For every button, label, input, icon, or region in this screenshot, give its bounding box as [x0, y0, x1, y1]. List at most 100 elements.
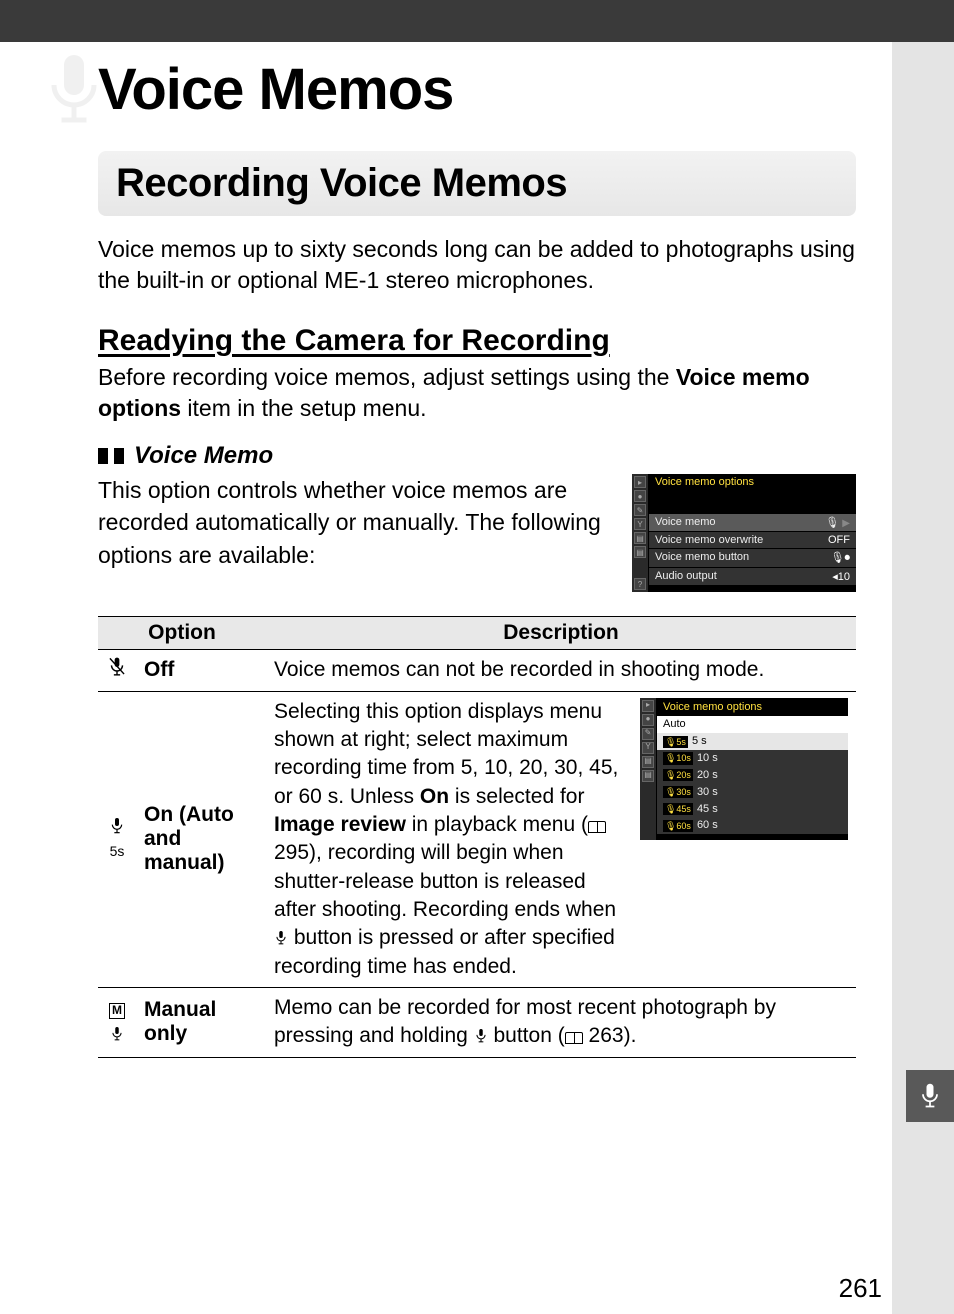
- intro-paragraph: Voice memos up to sixty seconds long can…: [98, 234, 856, 296]
- mic-off-icon: [107, 656, 127, 678]
- submenu-title: Voice memo options: [657, 698, 848, 717]
- sidebar-icon: ▤: [642, 756, 654, 768]
- th-description: Description: [266, 617, 856, 650]
- duration-label: 5 s: [692, 734, 707, 749]
- sidebar-icon: ●: [634, 490, 646, 502]
- thumb-tab-mic-icon: [906, 1070, 954, 1122]
- option-description: Selecting this option displays menu show…: [266, 691, 856, 987]
- duration-tag: 🎙5s: [663, 736, 688, 748]
- bullet-heading: Voice Memo: [98, 442, 892, 470]
- table-row: M Manual only Memo can be recorded for m…: [98, 987, 856, 1057]
- option-label: Off: [136, 650, 266, 691]
- duration-label: 45 s: [697, 802, 718, 817]
- chevron-right-icon: ▶: [842, 518, 850, 529]
- th-option: Option: [98, 617, 266, 650]
- duration-tag: 🎙30s: [663, 786, 693, 798]
- menu-row: Voice memo 🎙︎ ▶: [649, 514, 856, 532]
- bullet-body: This option controls whether voice memos…: [98, 474, 618, 592]
- options-table: Option Description Off Voice memos can n…: [98, 616, 856, 1057]
- intro-text: Voice memos up to sixty seconds long can…: [98, 236, 855, 293]
- duration-tag: 🎙60s: [663, 820, 693, 832]
- option-label: Manual only: [136, 987, 266, 1057]
- sidebar-icon: ▤: [642, 770, 654, 782]
- menu-row-label: Voice memo button: [655, 551, 749, 565]
- option-icon-cell: M: [98, 987, 136, 1057]
- subheading: Readying the Camera for Recording: [98, 324, 856, 358]
- menu-sidebar: ▸ ● ✎ Y ▤ ▤: [640, 698, 656, 841]
- duration-option: 🎙45s 45 s: [657, 801, 848, 818]
- duration-label: 10 s: [697, 751, 718, 766]
- option-label: On (Auto and manual): [136, 691, 266, 987]
- option-icon-cell: 5s: [98, 691, 136, 987]
- chapter-title-text: Voice Memos: [98, 57, 453, 122]
- section-title-text: Recording Voice Memos: [116, 161, 567, 205]
- duration-tag: 🎙10s: [663, 752, 693, 764]
- bullet-square-icon: [114, 448, 124, 464]
- desc-bold: On: [420, 785, 449, 808]
- sidebar-icon: ✎: [642, 728, 654, 740]
- sub-suf: item in the setup menu.: [181, 395, 426, 421]
- duration-option: 🎙5s 5 s: [657, 733, 848, 750]
- page-content: Voice Memos Recording Voice Memos Voice …: [0, 42, 892, 1314]
- menu-title: Voice memo options: [649, 474, 856, 494]
- mic-icon: [274, 929, 288, 947]
- sidebar-help-icon: ?: [634, 578, 646, 590]
- sidebar-icon: Y: [642, 742, 654, 754]
- option-description: Memo can be recorded for most recent pho…: [266, 987, 856, 1057]
- option-description: Voice memos can not be recorded in shoot…: [266, 650, 856, 691]
- side-strip: [892, 42, 954, 1314]
- table-row: 5s On (Auto and manual) Selecting this o…: [98, 691, 856, 987]
- sidebar-icon: ▸: [634, 476, 646, 488]
- menu-sidebar: ▸ ● ✎ Y ▤ ▤ ?: [632, 474, 648, 592]
- sidebar-icon: Y: [634, 518, 646, 530]
- desc-text: button (: [488, 1024, 565, 1047]
- desc-text: 295), recording will begin when shutter-…: [274, 841, 616, 921]
- duration-label: 30 s: [697, 785, 718, 800]
- menu-row-value: OFF: [828, 534, 850, 546]
- mic-watermark-icon: [44, 50, 104, 130]
- sidebar-icon: ▸: [642, 700, 654, 712]
- chapter-title: Voice Memos: [0, 42, 892, 123]
- book-icon: [588, 821, 606, 833]
- desc-bold: Image review: [274, 813, 406, 836]
- bullet-square-icon: [98, 448, 108, 464]
- section-title: Recording Voice Memos: [98, 151, 856, 216]
- sidebar-icon: ▤: [634, 546, 646, 558]
- top-bar: [0, 0, 954, 42]
- duration-tag: 🎙20s: [663, 769, 693, 781]
- menu-row: Voice memo overwrite OFF: [649, 532, 856, 549]
- m-box-icon: M: [109, 1003, 125, 1018]
- duration-option: 🎙20s 20 s: [657, 767, 848, 784]
- mic-icon: [110, 1025, 124, 1043]
- sidebar-icon: ●: [642, 714, 654, 726]
- subheading-text: Readying the Camera for Recording: [98, 324, 610, 357]
- subheading-body: Before recording voice memos, adjust set…: [98, 362, 856, 424]
- desc-text: is selected for: [449, 785, 584, 808]
- book-icon: [565, 1032, 583, 1044]
- icon-suffix: 5s: [110, 843, 125, 859]
- menu-row-label: Voice memo overwrite: [655, 534, 763, 546]
- submenu-subtitle: Auto: [657, 716, 848, 733]
- duration-label: 20 s: [697, 768, 718, 783]
- duration-label: 60 s: [697, 818, 718, 833]
- duration-tag: 🎙45s: [663, 803, 693, 815]
- menu-row-value: ◂10: [832, 570, 850, 583]
- desc-text: in playback menu (: [406, 813, 588, 836]
- table-row: Off Voice memos can not be recorded in s…: [98, 650, 856, 691]
- mic-icon: [474, 1027, 488, 1045]
- bullet-title: Voice Memo: [134, 442, 273, 470]
- duration-option: 🎙10s 10 s: [657, 750, 848, 767]
- desc-text: button is pressed or after specified rec…: [274, 926, 615, 977]
- menu-row-label: Voice memo: [655, 516, 716, 529]
- menu-row: Audio output ◂10: [649, 568, 856, 586]
- desc-text: 263).: [583, 1024, 637, 1047]
- camera-submenu-screenshot: ▸ ● ✎ Y ▤ ▤ Voice memo options Auto 🎙5s 5…: [640, 698, 848, 841]
- duration-option: 🎙30s 30 s: [657, 784, 848, 801]
- menu-row: Voice memo button 🎙︎⏺: [649, 549, 856, 568]
- sub-pre: Before recording voice memos, adjust set…: [98, 364, 676, 390]
- sidebar-icon: ✎: [634, 504, 646, 516]
- mic-icon: [919, 1082, 941, 1110]
- page-number: 261: [839, 1273, 882, 1304]
- menu-row-value: 🎙︎⏺: [831, 551, 850, 565]
- sidebar-icon: ▤: [634, 532, 646, 544]
